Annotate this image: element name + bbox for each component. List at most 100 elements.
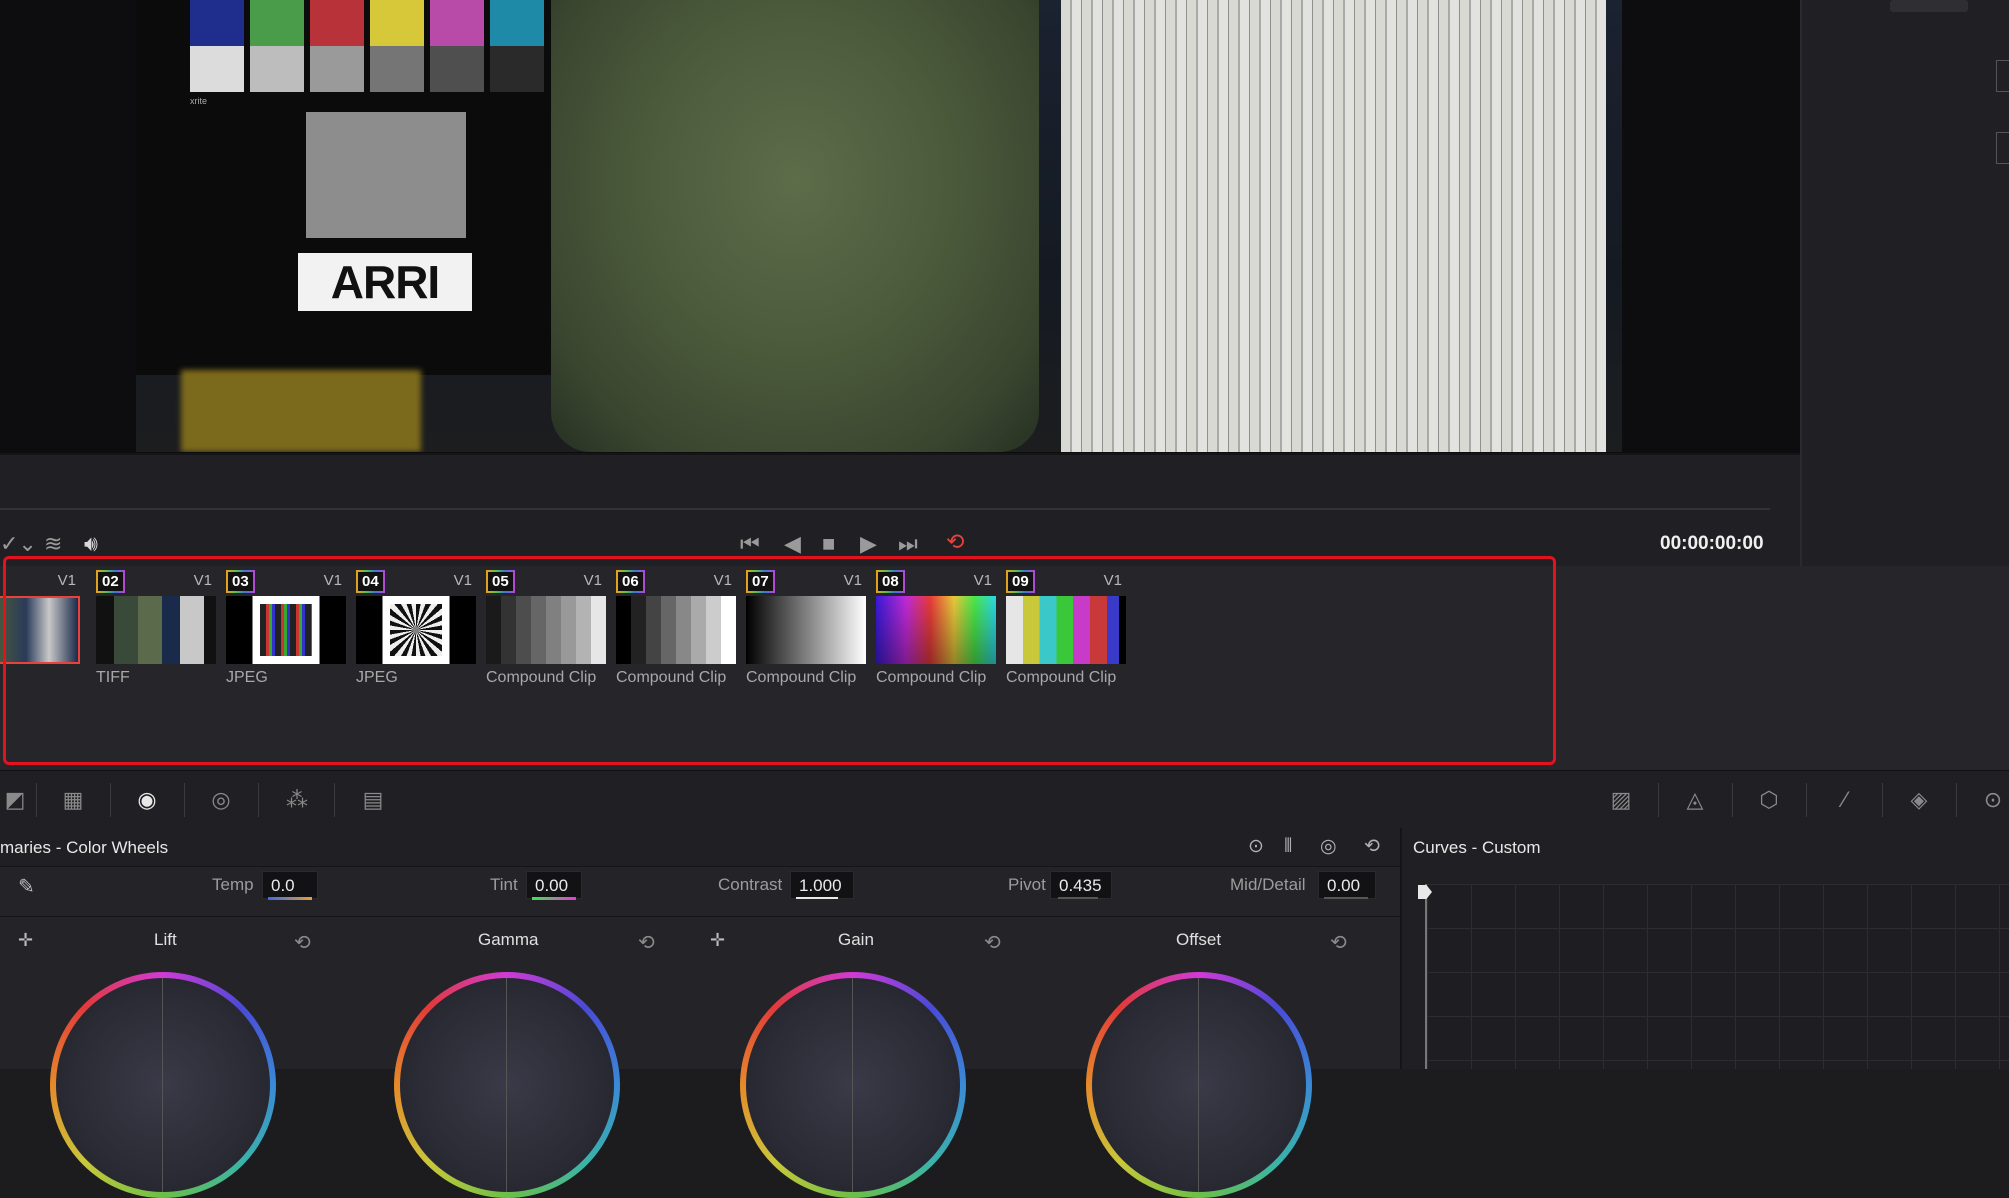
clip-track: V1 [713,572,732,589]
log-mode-icon[interactable]: ◎ [1320,828,1337,866]
temp-slider[interactable] [268,897,312,900]
clip-label: Compound Clip [1006,669,1117,686]
clip-08[interactable]: 08 V1 Compound Clip [876,570,996,690]
clip-track: V1 [57,572,76,589]
play-icon[interactable]: ▶ [860,533,877,555]
chart-swatch [310,0,364,46]
temp-label: Temp [212,875,254,894]
tracker-icon[interactable]: ⁄ [1830,785,1860,815]
divider [1956,783,1957,817]
curves-title: Curves - Custom [1413,838,1541,857]
clip-03[interactable]: 03 V1 JPEG [226,570,346,690]
divider [36,783,37,817]
hdr-wheels-icon[interactable]: ◎ [206,785,236,815]
scrub-bar[interactable] [0,508,1770,510]
clip-05[interactable]: 05 V1 Compound Clip [486,570,606,690]
clip-track: V1 [323,572,342,589]
mid-detail-label: Mid/Detail [1230,875,1306,894]
divider [1882,783,1883,817]
primaries-title: maries - Color Wheels [0,838,169,857]
lift-wheel[interactable] [50,972,276,1198]
speaker-icon[interactable]: 🔊︎ [84,533,98,555]
gain-wheel[interactable] [740,972,966,1198]
mid-detail-slider[interactable] [1324,897,1368,899]
contrast-label: Contrast [718,875,783,894]
clip-thumbnail [356,596,476,664]
layers-icon[interactable]: ≋ [44,533,62,555]
chart-swatch [490,46,544,92]
color-match-icon[interactable]: ▦ [58,785,88,815]
clip-thumbnail [746,596,866,664]
crosshair-icon[interactable]: ✛ [710,930,725,951]
loop-icon[interactable]: ⟲ [946,531,964,553]
divider [110,783,111,817]
chart-swatch [430,0,484,46]
curves-icon[interactable]: ▨ [1606,785,1636,815]
jump-to-end-icon[interactable]: ⏭ [898,533,918,555]
key-icon[interactable]: ⊙ [1978,785,2008,815]
window-icon[interactable]: ⬡ [1754,785,1784,815]
curves-graph[interactable] [1425,884,2009,1069]
color-wheels-icon[interactable]: ◉ [132,785,162,815]
clip-06[interactable]: 06 V1 Compound Clip [616,570,736,690]
node[interactable] [1996,132,2009,164]
clip-number: 07 [746,570,775,593]
person-striped-shirt [1061,0,1606,452]
offset-wheel[interactable] [1086,972,1312,1198]
divider [1658,783,1659,817]
clip-number: 08 [876,570,905,593]
node[interactable] [1890,0,1968,12]
node[interactable] [1996,60,2009,92]
lift-label: Lift [154,930,177,949]
clip-thumbnail [486,596,606,664]
tool-icon[interactable]: ✓⌄ [0,533,37,555]
pivot-slider[interactable] [1058,897,1098,899]
clip-track: V1 [583,572,602,589]
divider [0,916,1400,917]
contrast-field[interactable]: 1.000 [790,871,854,899]
camera-raw-icon[interactable]: ◩ [0,785,30,815]
gamma-reset-icon[interactable]: ⟲ [638,930,655,955]
video-frame[interactable]: xrite ARRI [136,0,1622,452]
clip-label: Compound Clip [876,669,987,686]
rgb-mixer-icon[interactable]: ⁂ [282,785,312,815]
crosshair-icon[interactable]: ✛ [18,930,33,951]
offset-label: Offset [1176,930,1222,949]
chart-swatch [250,46,304,92]
pivot-field[interactable]: 0.435 [1050,871,1112,899]
lift-reset-icon[interactable]: ⟲ [294,930,311,955]
contrast-slider[interactable] [796,897,838,899]
blur-icon[interactable]: ◈ [1904,785,1934,815]
mid-detail-field[interactable]: 0.00 [1318,871,1376,899]
clip-02[interactable]: 02 V1 TIFF [96,570,216,690]
gamma-wheel[interactable] [394,972,620,1198]
timecode: 00:00:00:00 [1660,533,1764,554]
temp-field[interactable]: 0.0 [262,871,318,899]
clip-label: Compound Clip [486,669,597,686]
tint-field[interactable]: 0.00 [526,871,582,899]
clip-07[interactable]: 07 V1 Compound Clip [746,570,866,690]
clip-01[interactable]: V1 [0,570,80,690]
stop-icon[interactable]: ■ [822,533,835,555]
color-checker-chart: xrite ARRI [136,0,551,375]
wheels-mode-icon[interactable]: ⊙ [1248,828,1264,866]
clip-09[interactable]: 09 V1 Compound Clip [1006,570,1126,690]
chart-swatch [190,0,244,46]
clip-number: 02 [96,570,125,593]
gain-reset-icon[interactable]: ⟲ [984,930,1001,955]
bars-mode-icon[interactable]: ⦀ [1284,828,1292,866]
motion-effects-icon[interactable]: ▤ [358,785,388,815]
node-graph-panel[interactable] [1800,0,2009,566]
clip-thumbnail [876,596,996,664]
picker-icon[interactable]: ✎ [18,874,35,899]
qualifier-icon[interactable]: ◬ [1680,785,1710,815]
gain-label: Gain [838,930,874,949]
offset-reset-icon[interactable]: ⟲ [1330,930,1347,955]
tint-slider[interactable] [532,897,576,900]
jump-to-start-icon[interactable]: ⏮ [740,533,760,555]
clip-number: 06 [616,570,645,593]
clip-04[interactable]: 04 V1 JPEG [356,570,476,690]
clip-number: 09 [1006,570,1035,593]
step-back-icon[interactable]: ◀ [784,533,801,555]
reset-all-icon[interactable]: ⟲ [1364,828,1380,866]
